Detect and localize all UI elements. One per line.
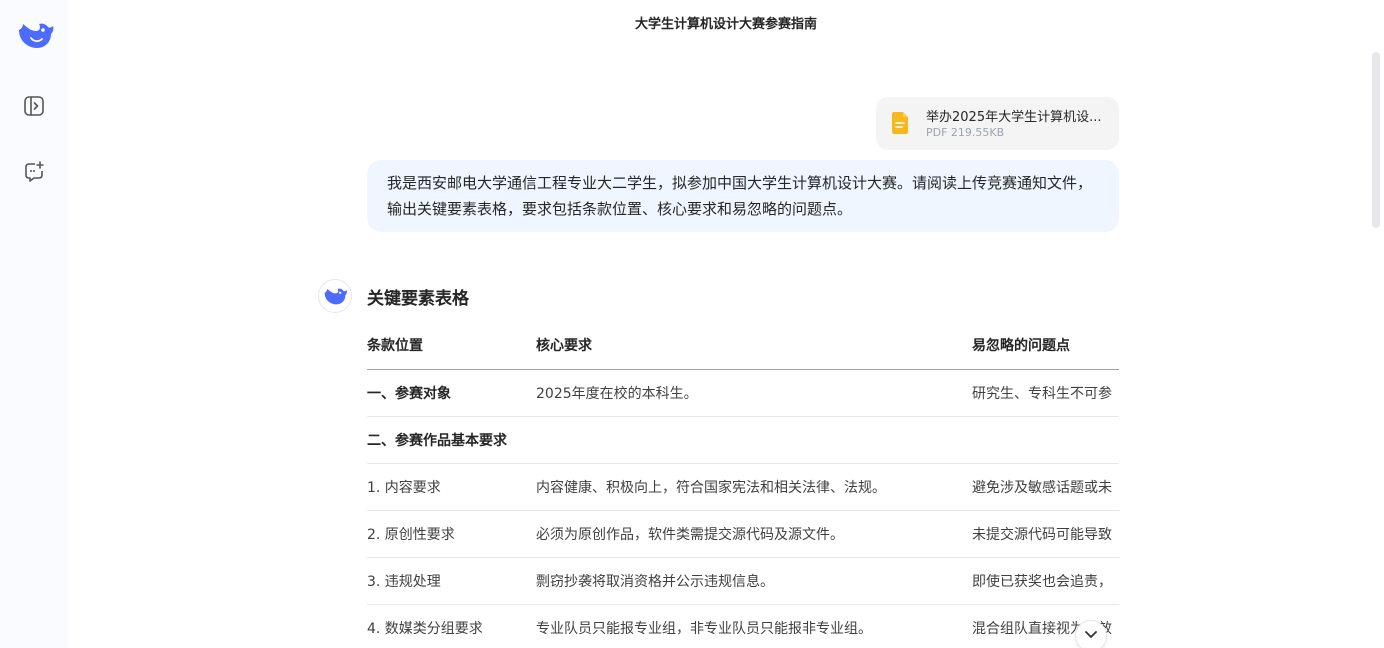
scrollbar-thumb[interactable] — [1372, 52, 1380, 228]
document-file-icon — [890, 111, 910, 135]
file-meta: PDF 219.55KB — [926, 126, 1005, 139]
scroll-to-bottom-button[interactable] — [1075, 620, 1107, 648]
table-row: 1. 内容要求 内容健康、积极向上，符合国家宪法和相关法律、法规。 避免涉及敏感… — [367, 463, 1119, 511]
user-message: 我是西安邮电大学通信工程专业大二学生，拟参加中国大学生计算机设计大赛。请阅读上传… — [367, 160, 1119, 232]
table-cell: 4. 数媒类分组要求 — [367, 604, 536, 648]
table-cell: 1. 内容要求 — [367, 463, 536, 511]
table-cell: 2025年度在校的本科生。 — [536, 369, 972, 417]
key-elements-table: 条款位置 核心要求 易忽略的问题点 一、参赛对象 2025年度在校的本科生。 研… — [367, 322, 1119, 648]
table-row: 二、参赛作品基本要求 — [367, 416, 1119, 464]
table-cell: 研究生、专科生不可参 — [972, 369, 1119, 417]
chevron-down-icon — [1083, 626, 1099, 646]
table-cell: 内容健康、积极向上，符合国家宪法和相关法律、法规。 — [536, 463, 972, 511]
table-cell: 一、参赛对象 — [367, 369, 536, 417]
new-chat-icon — [22, 160, 46, 188]
expand-sidebar-button[interactable] — [18, 92, 50, 124]
expand-sidebar-icon — [22, 94, 46, 122]
deepseek-logo-icon[interactable] — [15, 18, 55, 52]
table-cell — [972, 416, 1119, 464]
table-row: 一、参赛对象 2025年度在校的本科生。 研究生、专科生不可参 — [367, 369, 1119, 417]
table-cell — [536, 416, 972, 464]
column-header-pitfall: 易忽略的问题点 — [972, 322, 1119, 370]
assistant-avatar-icon — [318, 279, 352, 313]
table-cell: 未提交源代码可能导致 — [972, 510, 1119, 558]
table-cell: 二、参赛作品基本要求 — [367, 416, 536, 464]
table-row: 3. 违规处理 剽窃抄袭将取消资格并公示违规信息。 即使已获奖也会追责， — [367, 557, 1119, 605]
column-header-clause: 条款位置 — [367, 322, 536, 370]
table-header-row: 条款位置 核心要求 易忽略的问题点 — [367, 322, 1119, 370]
file-name: 举办2025年大学生计算机设... — [926, 110, 1102, 125]
table-row: 4. 数媒类分组要求 专业队员只能报专业组，非专业队员只能报非专业组。 混合组队… — [367, 604, 1119, 648]
table-cell: 2. 原创性要求 — [367, 510, 536, 558]
table-cell: 专业队员只能报专业组，非专业队员只能报非专业组。 — [536, 604, 972, 648]
table-cell: 剽窃抄袭将取消资格并公示违规信息。 — [536, 557, 972, 605]
uploaded-file-card[interactable]: 举办2025年大学生计算机设... PDF 219.55KB — [876, 97, 1119, 150]
table-row: 2. 原创性要求 必须为原创作品，软件类需提交源代码及源文件。 未提交源代码可能… — [367, 510, 1119, 558]
new-chat-button[interactable] — [18, 158, 50, 190]
table-cell: 即使已获奖也会追责， — [972, 557, 1119, 605]
sidebar — [0, 0, 68, 648]
table-cell: 必须为原创作品，软件类需提交源代码及源文件。 — [536, 510, 972, 558]
column-header-requirement: 核心要求 — [536, 322, 972, 370]
table-cell: 避免涉及敏感话题或未 — [972, 463, 1119, 511]
chat-title: 大学生计算机设计大赛参赛指南 — [634, 17, 817, 32]
table-cell: 3. 违规处理 — [367, 557, 536, 605]
response-heading: 关键要素表格 — [367, 289, 469, 309]
